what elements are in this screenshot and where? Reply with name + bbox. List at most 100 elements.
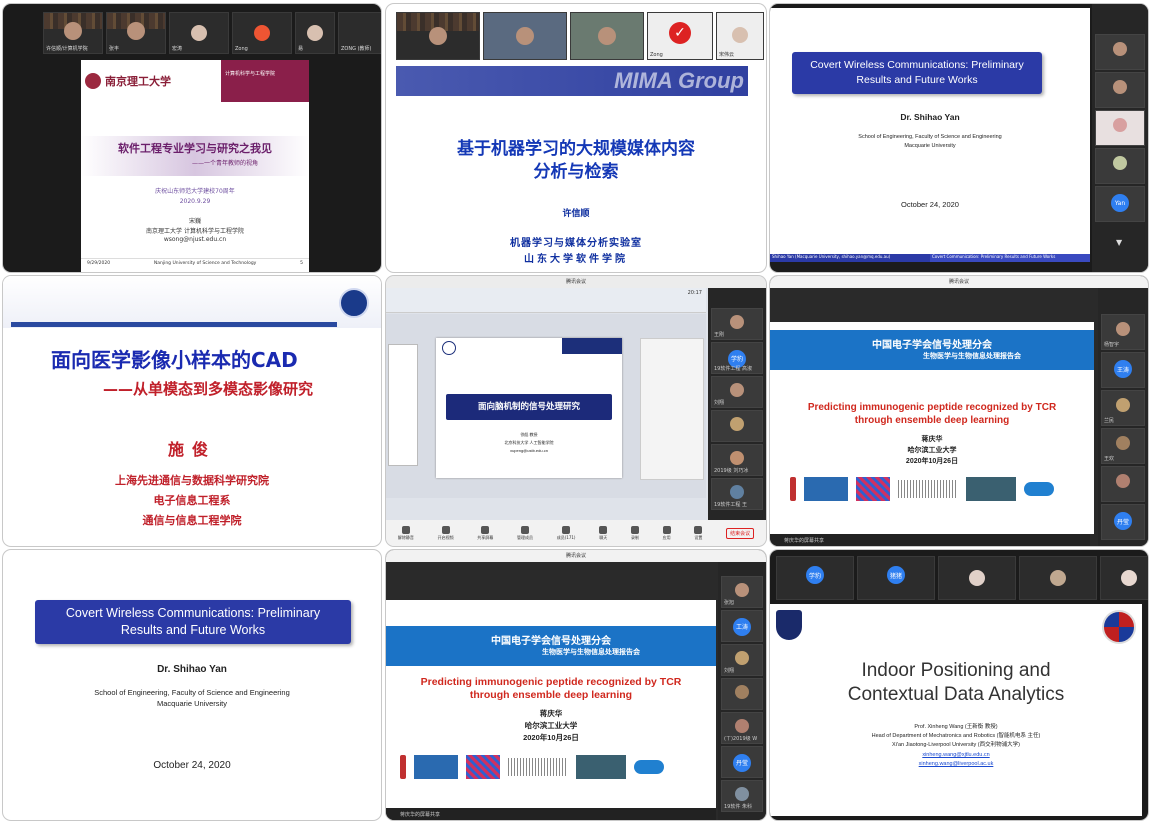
- participant-thumb[interactable]: 19软件 朱科: [721, 780, 763, 812]
- participant-thumb[interactable]: 学豹: [776, 556, 854, 600]
- crest-icon: [85, 73, 101, 89]
- participant-thumb[interactable]: 宏涛: [169, 12, 229, 54]
- participant-thumb[interactable]: 工涛: [721, 610, 763, 642]
- microphone-icon: [401, 525, 410, 534]
- server-icon: [576, 755, 626, 779]
- email-1[interactable]: xinheng.wang@xjtlu.edu.cn: [770, 752, 1142, 758]
- university-logo-icon: [1102, 610, 1136, 644]
- participant-thumb[interactable]: [938, 556, 1016, 600]
- slide-title: 软件工程专业学习与研究之我见: [118, 142, 272, 155]
- university-logo: 南京理工大学: [85, 70, 185, 92]
- meeting-tile-1: 许信顺/计算机学院 张丰 宏涛 Zong 易 ZONG (教师) 南京理工大学 …: [3, 4, 381, 272]
- settings-button[interactable]: 设置: [694, 525, 703, 541]
- participant-thumb[interactable]: 杨智宇: [1101, 314, 1145, 350]
- participant-thumb[interactable]: 兰民: [1101, 390, 1145, 426]
- participant-thumb[interactable]: [1100, 556, 1148, 600]
- date-text: 2020年10月26日: [905, 458, 959, 465]
- participant-thumb[interactable]: 19软件工程 王: [711, 478, 763, 510]
- school-banner: 计算机科学与工程学院: [221, 60, 309, 102]
- members-button[interactable]: 成员(171): [557, 525, 576, 541]
- paper-title-line1: Predicting immunogenic peptide recognize…: [420, 676, 682, 688]
- slide-header: 中国电子学会信号处理分会 生物医学与生物信息处理报告会: [386, 626, 716, 666]
- apps-button[interactable]: 应用: [662, 525, 671, 541]
- email-2[interactable]: xinheng.wang@liverpool.ac.uk: [770, 761, 1142, 767]
- share-screen-button[interactable]: 共享屏幕: [477, 525, 493, 541]
- participant-thumb[interactable]: [1095, 148, 1145, 184]
- members-icon: [521, 525, 530, 534]
- participant-thumb[interactable]: [483, 12, 567, 60]
- participant-thumb[interactable]: Yan: [1095, 186, 1145, 222]
- dna-icon: [466, 755, 500, 779]
- slide: Covert Wireless Communications: Prelimin…: [770, 8, 1090, 260]
- participant-sidebar: 王刚 学豹 19软件工程 高淑 刘翔 2019级 刘巧冰 19软件工程 王: [708, 288, 766, 520]
- slide-list: [388, 344, 418, 466]
- participant-thumb[interactable]: [1095, 110, 1145, 146]
- share-label: 蒋庆华的屏幕共享: [770, 534, 1090, 546]
- window-titlebar: 腾讯会议: [770, 276, 1148, 288]
- participant-thumb[interactable]: 2019级 刘巧冰: [711, 444, 763, 476]
- participant-thumb[interactable]: 丹莹: [1101, 504, 1145, 540]
- unmute-button[interactable]: 解除静音: [398, 525, 414, 541]
- slide-title-line1: 基于机器学习的大规模媒体内容: [457, 139, 695, 159]
- manage-members-button[interactable]: 管理成员: [517, 525, 533, 541]
- record-button[interactable]: 录制: [630, 525, 639, 541]
- participant-thumb[interactable]: [721, 678, 763, 710]
- participant-thumb[interactable]: 王欢: [1101, 428, 1145, 464]
- participant-thumb[interactable]: 宋伟云: [716, 12, 764, 60]
- participant-thumb[interactable]: ✓ Zong: [647, 12, 713, 60]
- paper-title-line2: through ensemble deep learning: [469, 689, 633, 701]
- meeting-toolbar: 解除静音 开启视频 共享屏幕 管理成员 成员(171) 聊天 录制 应用 设置 …: [386, 520, 766, 546]
- participant-thumb[interactable]: 学豹 19软件工程 高淑: [711, 342, 763, 374]
- speaker-name: 宋巍: [188, 218, 201, 225]
- speaker-name: 蒋庆华: [539, 709, 563, 718]
- participant-thumb[interactable]: 王刚: [711, 308, 763, 340]
- chat-icon: [599, 525, 608, 534]
- participant-strip: 许信顺/计算机学院 张丰 宏涛 Zong 易 ZONG (教师): [43, 12, 381, 54]
- participant-thumb[interactable]: [1019, 556, 1097, 600]
- slide-footer: Shihao Yan (Macquarie University, shihao…: [770, 254, 1090, 262]
- server-icon: [966, 477, 1016, 501]
- chat-button[interactable]: 聊天: [599, 525, 608, 541]
- university-crest-icon: [339, 288, 369, 318]
- participant-thumb[interactable]: 猪猪: [857, 556, 935, 600]
- university: 哈尔滨工业大学: [907, 447, 957, 454]
- participant-thumb[interactable]: [1095, 72, 1145, 108]
- participant-thumb[interactable]: 刘翔: [711, 376, 763, 408]
- participant-thumb[interactable]: Zong: [232, 12, 292, 54]
- participant-thumb[interactable]: [396, 12, 480, 60]
- department: Head of Department of Mechatronics and R…: [871, 733, 1041, 739]
- participant-thumb[interactable]: [711, 410, 763, 442]
- participant-thumb[interactable]: 王涛: [1101, 352, 1145, 388]
- university-crest-icon: [776, 610, 802, 640]
- slide-title: 面向医学影像小样本的CAD: [51, 348, 298, 372]
- date-text: 2020.9.29: [179, 198, 211, 205]
- slide-title-line2: Contextual Data Analytics: [847, 684, 1065, 705]
- university: 哈尔滨工业大学: [524, 721, 578, 730]
- affiliation-line2: Macquarie University: [156, 699, 228, 708]
- chevron-down-icon[interactable]: ▼: [1116, 238, 1122, 247]
- end-meeting-button[interactable]: 结束会议: [726, 527, 755, 539]
- participant-thumb[interactable]: ZONG (教师): [338, 12, 381, 54]
- participant-thumb[interactable]: 刘翔: [721, 644, 763, 676]
- video-button[interactable]: 开启视频: [438, 525, 454, 541]
- participant-thumb[interactable]: (ㄒ)2019级 W: [721, 712, 763, 744]
- participant-thumb[interactable]: 张旭: [721, 576, 763, 608]
- participant-thumb[interactable]: 丹莹: [721, 746, 763, 778]
- school-name: 山东大学软件学院: [524, 254, 628, 265]
- share-label: 蒋庆华的屏幕共享: [386, 808, 716, 820]
- app-toolbar: 20:17: [386, 288, 706, 313]
- participant-thumb[interactable]: 许信顺/计算机学院: [43, 12, 103, 54]
- ppt-workspace: 面向脑机制的信号处理研究 徐彪 教授 北京科技大学 人工智能学院 xupeng@…: [386, 314, 706, 498]
- participant-thumb[interactable]: [570, 12, 644, 60]
- slide-title-banner: Covert Wireless Communications: Prelimin…: [792, 52, 1042, 94]
- participant-thumb[interactable]: [1095, 34, 1145, 70]
- date-text: 2020年10月26日: [523, 733, 579, 742]
- window-titlebar: 腾讯会议: [386, 276, 766, 288]
- capsule-icon: [1024, 482, 1054, 496]
- record-icon: [630, 525, 639, 534]
- participant-thumb[interactable]: [1101, 466, 1145, 502]
- participant-thumb[interactable]: 易: [295, 12, 335, 54]
- participant-thumb[interactable]: 张丰: [106, 12, 166, 54]
- org-line1: 上海先进通信与数据科学研究院: [115, 474, 269, 487]
- people-icon: [562, 525, 571, 534]
